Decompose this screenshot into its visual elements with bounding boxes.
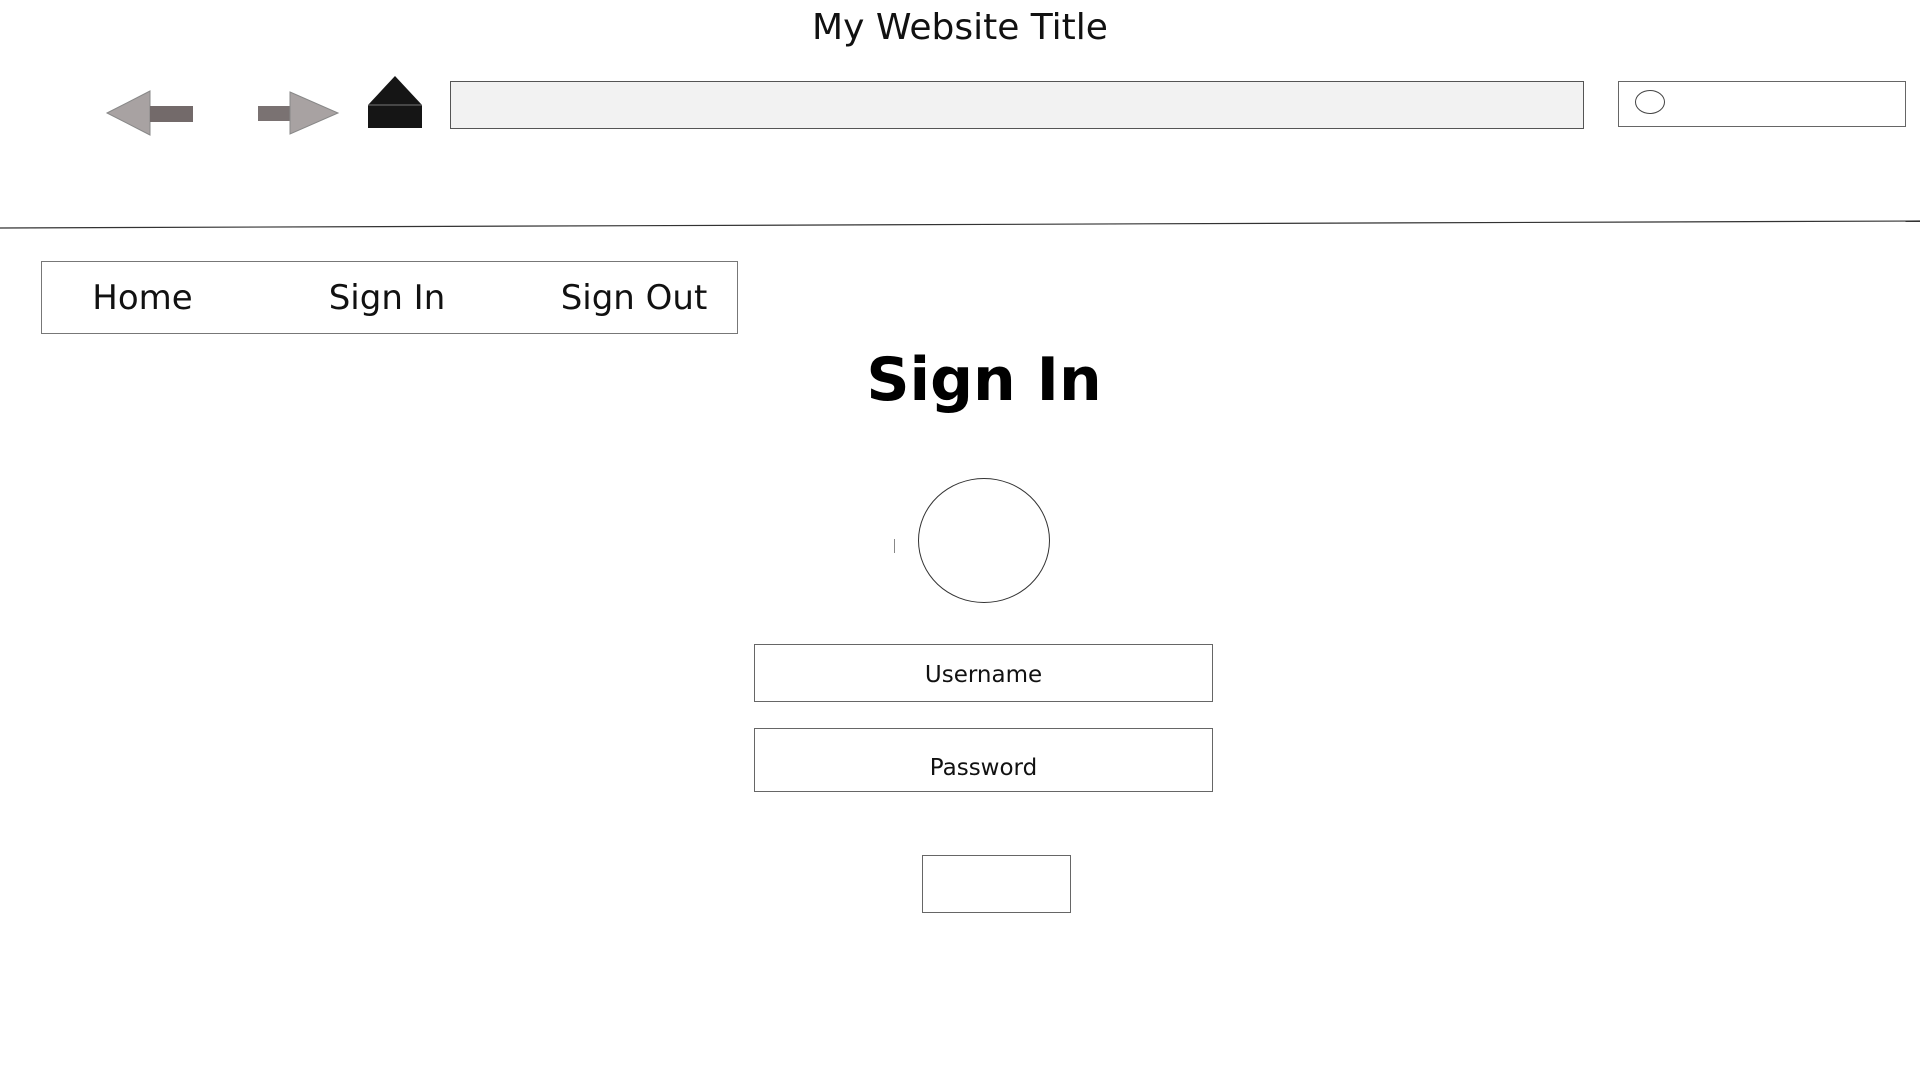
address-bar[interactable] (450, 81, 1584, 129)
sign-in-submit-button[interactable] (922, 855, 1071, 913)
search-input[interactable] (1675, 86, 1899, 124)
search-box[interactable] (1618, 81, 1906, 127)
username-field[interactable] (754, 644, 1213, 702)
user-avatar-icon (918, 478, 1050, 603)
page: My Website Title Home Sign In Sign Out S… (0, 0, 1920, 1080)
back-arrow-icon[interactable] (105, 88, 195, 138)
forward-arrow-icon[interactable] (256, 90, 340, 136)
nav-item-home[interactable]: Home (41, 261, 244, 334)
avatar-tick-mark (894, 539, 895, 553)
nav-item-sign-out[interactable]: Sign Out (531, 261, 738, 334)
home-icon[interactable] (366, 74, 424, 130)
page-heading: Sign In (866, 345, 1102, 415)
password-field[interactable] (754, 728, 1213, 792)
site-title: My Website Title (812, 7, 1108, 48)
search-icon (1635, 90, 1665, 114)
header-divider (0, 220, 1920, 229)
nav-item-sign-in[interactable]: Sign In (243, 261, 532, 334)
